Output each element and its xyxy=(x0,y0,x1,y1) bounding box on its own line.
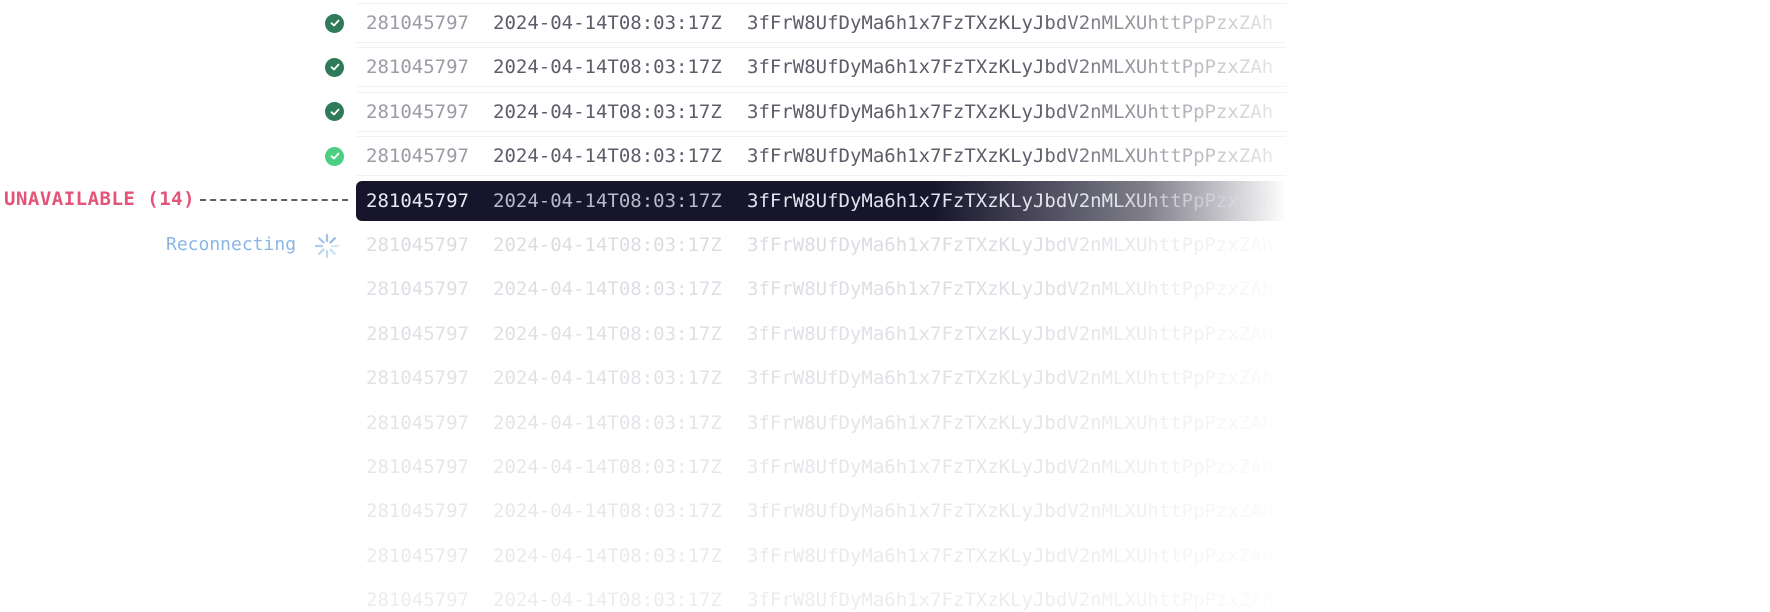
block-hash: 3fFrW8UfDyMa6h1x7FzTXzKLyJbdV2nMLXUhttPp… xyxy=(747,145,1274,168)
block-hash: 3fFrW8UfDyMa6h1x7FzTXzKLyJbdV2nMLXUhttPp… xyxy=(747,56,1274,79)
table-row[interactable]: 281045797 2024-04-14T08:03:17Z 3fFrW8UfDyM… xyxy=(356,314,1286,354)
loading-spinner-icon xyxy=(314,233,340,259)
table-row[interactable]: 281045797 2024-04-14T08:03:17Z 3fFrW8UfDyM… xyxy=(356,47,1286,88)
slot-timestamp: 2024-04-14T08:03:17Z xyxy=(493,500,722,523)
table-row[interactable]: 281045797 2024-04-14T08:03:17Z 3fFrW8UfDyM… xyxy=(356,180,1286,221)
slot-number: 281045797 xyxy=(366,145,469,168)
slot-number: 281045797 xyxy=(366,100,469,123)
slot-timestamp: 2024-04-14T08:03:17Z xyxy=(493,278,722,301)
slot-number: 281045797 xyxy=(366,189,469,212)
slot-number: 281045797 xyxy=(366,322,469,345)
table-row[interactable]: 281045797 2024-04-14T08:03:17Z 3fFrW8UfDyM… xyxy=(356,225,1286,265)
block-hash: 3fFrW8UfDyMa6h1x7FzTXzKLyJbdV2nMLXUhttPp… xyxy=(747,411,1274,434)
slot-number: 281045797 xyxy=(366,234,469,256)
slot-number: 281045797 xyxy=(366,367,469,390)
check-circle-icon xyxy=(325,57,344,77)
slot-number: 281045797 xyxy=(366,12,469,34)
slot-number: 281045797 xyxy=(366,411,469,434)
table-row[interactable]: 281045797 2024-04-14T08:03:17Z 3fFrW8UfDyM… xyxy=(356,403,1286,443)
block-hash: 3fFrW8UfDyMa6h1x7FzTXzKLyJbdV2nMLXUhttPp… xyxy=(747,234,1274,256)
block-hash: 3fFrW8UfDyMa6h1x7FzTXzKLyJbdV2nMLXUhttPp… xyxy=(747,589,1274,612)
slot-number: 281045797 xyxy=(366,456,469,478)
block-hash: 3fFrW8UfDyMa6h1x7FzTXzKLyJbdV2nMLXUhttPp… xyxy=(747,12,1274,34)
reconnecting-label: Reconnecting xyxy=(166,234,297,255)
slot-number: 281045797 xyxy=(366,500,469,523)
slot-timestamp: 2024-04-14T08:03:17Z xyxy=(493,12,722,34)
slot-timestamp: 2024-04-14T08:03:17Z xyxy=(493,589,722,612)
slot-timestamp: 2024-04-14T08:03:17Z xyxy=(493,411,722,434)
slot-number: 281045797 xyxy=(366,544,469,567)
table-row[interactable]: 281045797 2024-04-14T08:03:17Z 3fFrW8UfDyM… xyxy=(356,91,1286,132)
table-row[interactable]: 281045797 2024-04-14T08:03:17Z 3fFrW8UfDyM… xyxy=(356,358,1286,398)
slot-timestamp: 2024-04-14T08:03:17Z xyxy=(493,189,722,212)
error-connector-line xyxy=(200,199,348,201)
block-hash: 3fFrW8UfDyMa6h1x7FzTXzKLyJbdV2nMLXUhttPp… xyxy=(747,367,1274,390)
slot-timestamp: 2024-04-14T08:03:17Z xyxy=(493,322,722,345)
slot-timestamp: 2024-04-14T08:03:17Z xyxy=(493,234,722,256)
block-hash: 3fFrW8UfDyMa6h1x7FzTXzKLyJbdV2nMLXUhttPp… xyxy=(747,322,1274,345)
slot-number: 281045797 xyxy=(366,589,469,612)
block-hash: 3fFrW8UfDyMa6h1x7FzTXzKLyJbdV2nMLXUhttPp… xyxy=(747,278,1274,301)
slot-number: 281045797 xyxy=(366,56,469,79)
table-row[interactable]: 281045797 2024-04-14T08:03:17Z 3fFrW8UfDyM… xyxy=(356,491,1286,531)
slot-timestamp: 2024-04-14T08:03:17Z xyxy=(493,56,722,79)
block-hash: 3fFrW8UfDyMa6h1x7FzTXzKLyJbdV2nMLXUhttPp… xyxy=(747,500,1274,523)
slot-timestamp: 2024-04-14T08:03:17Z xyxy=(493,367,722,390)
check-circle-icon xyxy=(325,102,344,122)
block-hash: 3fFrW8UfDyMa6h1x7FzTXzKLyJbdV2nMLXUhttPp… xyxy=(747,456,1274,478)
table-row[interactable]: 281045797 2024-04-14T08:03:17Z 3fFrW8UfDyM… xyxy=(356,447,1286,487)
check-circle-icon xyxy=(325,13,344,33)
error-status-label: UNAVAILABLE (14) xyxy=(4,188,196,210)
slot-stream-view: UNAVAILABLE (14) Reconnecting 281045797 2… xyxy=(0,0,1770,612)
slot-timestamp: 2024-04-14T08:03:17Z xyxy=(493,145,722,168)
slot-timestamp: 2024-04-14T08:03:17Z xyxy=(493,544,722,567)
slot-timestamp: 2024-04-14T08:03:17Z xyxy=(493,456,722,478)
table-row[interactable]: 281045797 2024-04-14T08:03:17Z 3fFrW8UfDyM… xyxy=(356,3,1286,43)
block-hash: 3fFrW8UfDyMa6h1x7FzTXzKLyJbdV2nMLXUhttPp… xyxy=(747,100,1274,123)
slot-timestamp: 2024-04-14T08:03:17Z xyxy=(493,100,722,123)
table-row[interactable]: 281045797 2024-04-14T08:03:17Z 3fFrW8UfDyM… xyxy=(356,580,1286,612)
slot-number: 281045797 xyxy=(366,278,469,301)
block-hash: 3fFrW8UfDyMa6h1x7FzTXzKLyJbdV2nMLXUhttPp… xyxy=(747,544,1274,567)
check-circle-icon xyxy=(325,146,344,166)
block-hash: 3fFrW8UfDyMa6h1x7FzTXzKLyJbdV2nMLXUhttPp… xyxy=(747,189,1274,212)
table-row[interactable]: 281045797 2024-04-14T08:03:17Z 3fFrW8UfDyM… xyxy=(356,269,1286,309)
table-row[interactable]: 281045797 2024-04-14T08:03:17Z 3fFrW8UfDyM… xyxy=(356,136,1286,177)
table-row[interactable]: 281045797 2024-04-14T08:03:17Z 3fFrW8UfDyM… xyxy=(356,536,1286,576)
